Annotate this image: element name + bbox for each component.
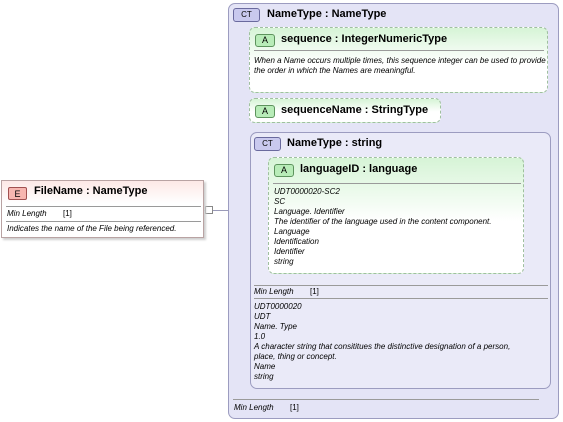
attribute-doc: When a Name occurs multiple times, this …	[254, 56, 546, 76]
element-facet-label: Min Length	[7, 209, 47, 218]
attribute-badge: A	[274, 164, 294, 177]
doc-line: UDT0000020-SC2	[274, 187, 340, 196]
element-doc: Indicates the name of the File being ref…	[7, 224, 177, 233]
doc-line: SC	[274, 197, 286, 206]
attribute-language-id[interactable]: A languageID : language UDT0000020-SC2 S…	[268, 157, 524, 274]
doc-line: string	[274, 257, 294, 266]
doc-line: Identifier	[274, 247, 305, 256]
attribute-title: languageID : language	[300, 163, 418, 175]
doc-line: Identification	[274, 237, 319, 246]
complex-type-facet-value: [1]	[310, 287, 319, 296]
complex-type-title: NameType : string	[287, 137, 383, 149]
doc-line: Name	[254, 362, 276, 371]
connector-handle[interactable]	[205, 206, 213, 214]
doc-line: the order in which the Names are meaning…	[254, 66, 416, 75]
doc-line: Language	[274, 227, 310, 236]
doc-line: The identifier of the language used in t…	[274, 217, 492, 226]
doc-line: UDT	[254, 312, 271, 321]
attribute-badge: A	[255, 105, 275, 118]
doc-line: Language. Identifier	[274, 207, 345, 216]
attribute-doc: UDT0000020-SC2 SC Language. Identifier T…	[274, 187, 524, 267]
doc-line: string	[254, 372, 274, 381]
element-badge: E	[8, 187, 27, 200]
complex-type-facet-value: [1]	[290, 403, 299, 412]
attribute-sequence[interactable]: A sequence : IntegerNumericType When a N…	[249, 27, 548, 93]
attribute-sequence-name[interactable]: A sequenceName : StringType	[249, 98, 441, 123]
doc-line: UDT0000020	[254, 302, 302, 311]
element-facet-value: [1]	[63, 209, 72, 218]
attribute-badge: A	[255, 34, 275, 47]
complex-type-facet-label: Min Length	[234, 403, 274, 412]
element-filename[interactable]: E FileName : NameType Min Length [1] Ind…	[1, 180, 204, 238]
doc-line: 1.0	[254, 332, 266, 341]
complex-type-badge: CT	[233, 8, 260, 22]
attribute-title: sequenceName : StringType	[281, 104, 429, 116]
doc-line: Name. Type	[254, 322, 297, 331]
doc-line: place, thing or concept.	[254, 352, 337, 361]
attribute-title: sequence : IntegerNumericType	[281, 33, 448, 45]
doc-line: A character string that consititues the …	[254, 342, 511, 351]
complex-type-title: NameType : NameType	[267, 8, 387, 20]
complex-type-facet-label: Min Length	[254, 287, 294, 296]
doc-line: When a Name occurs multiple times, this …	[254, 56, 546, 65]
complex-type-doc: UDT0000020 UDT Name. Type 1.0 A characte…	[254, 302, 550, 382]
complex-type-badge: CT	[254, 137, 281, 151]
element-title: FileName : NameType	[34, 185, 148, 197]
